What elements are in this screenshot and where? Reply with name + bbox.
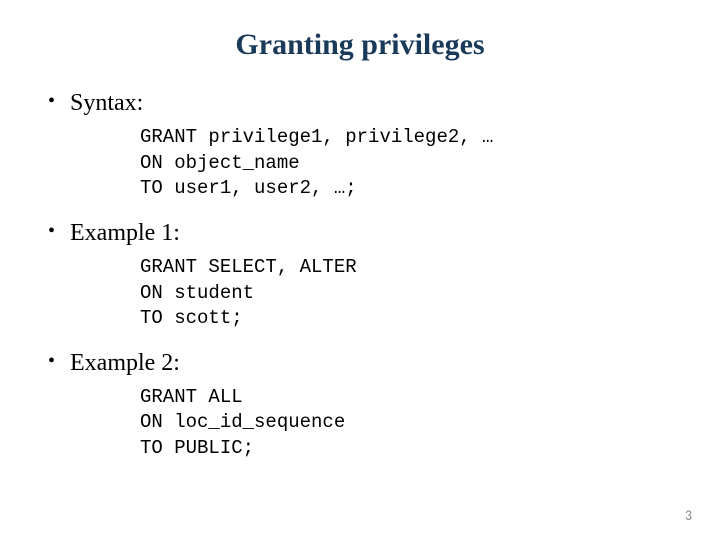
slide-title: Granting privileges xyxy=(40,28,680,62)
page-number: 3 xyxy=(685,507,692,524)
code-syntax: GRANT privilege1, privilege2, … ON objec… xyxy=(140,125,680,202)
bullet-example-2: Example 2: xyxy=(70,350,680,377)
bullet-example-1: Example 1: xyxy=(70,220,680,247)
bullet-syntax: Syntax: xyxy=(70,90,680,117)
code-example-2: GRANT ALL ON loc_id_sequence TO PUBLIC; xyxy=(140,385,680,462)
code-example-1: GRANT SELECT, ALTER ON student TO scott; xyxy=(140,255,680,332)
